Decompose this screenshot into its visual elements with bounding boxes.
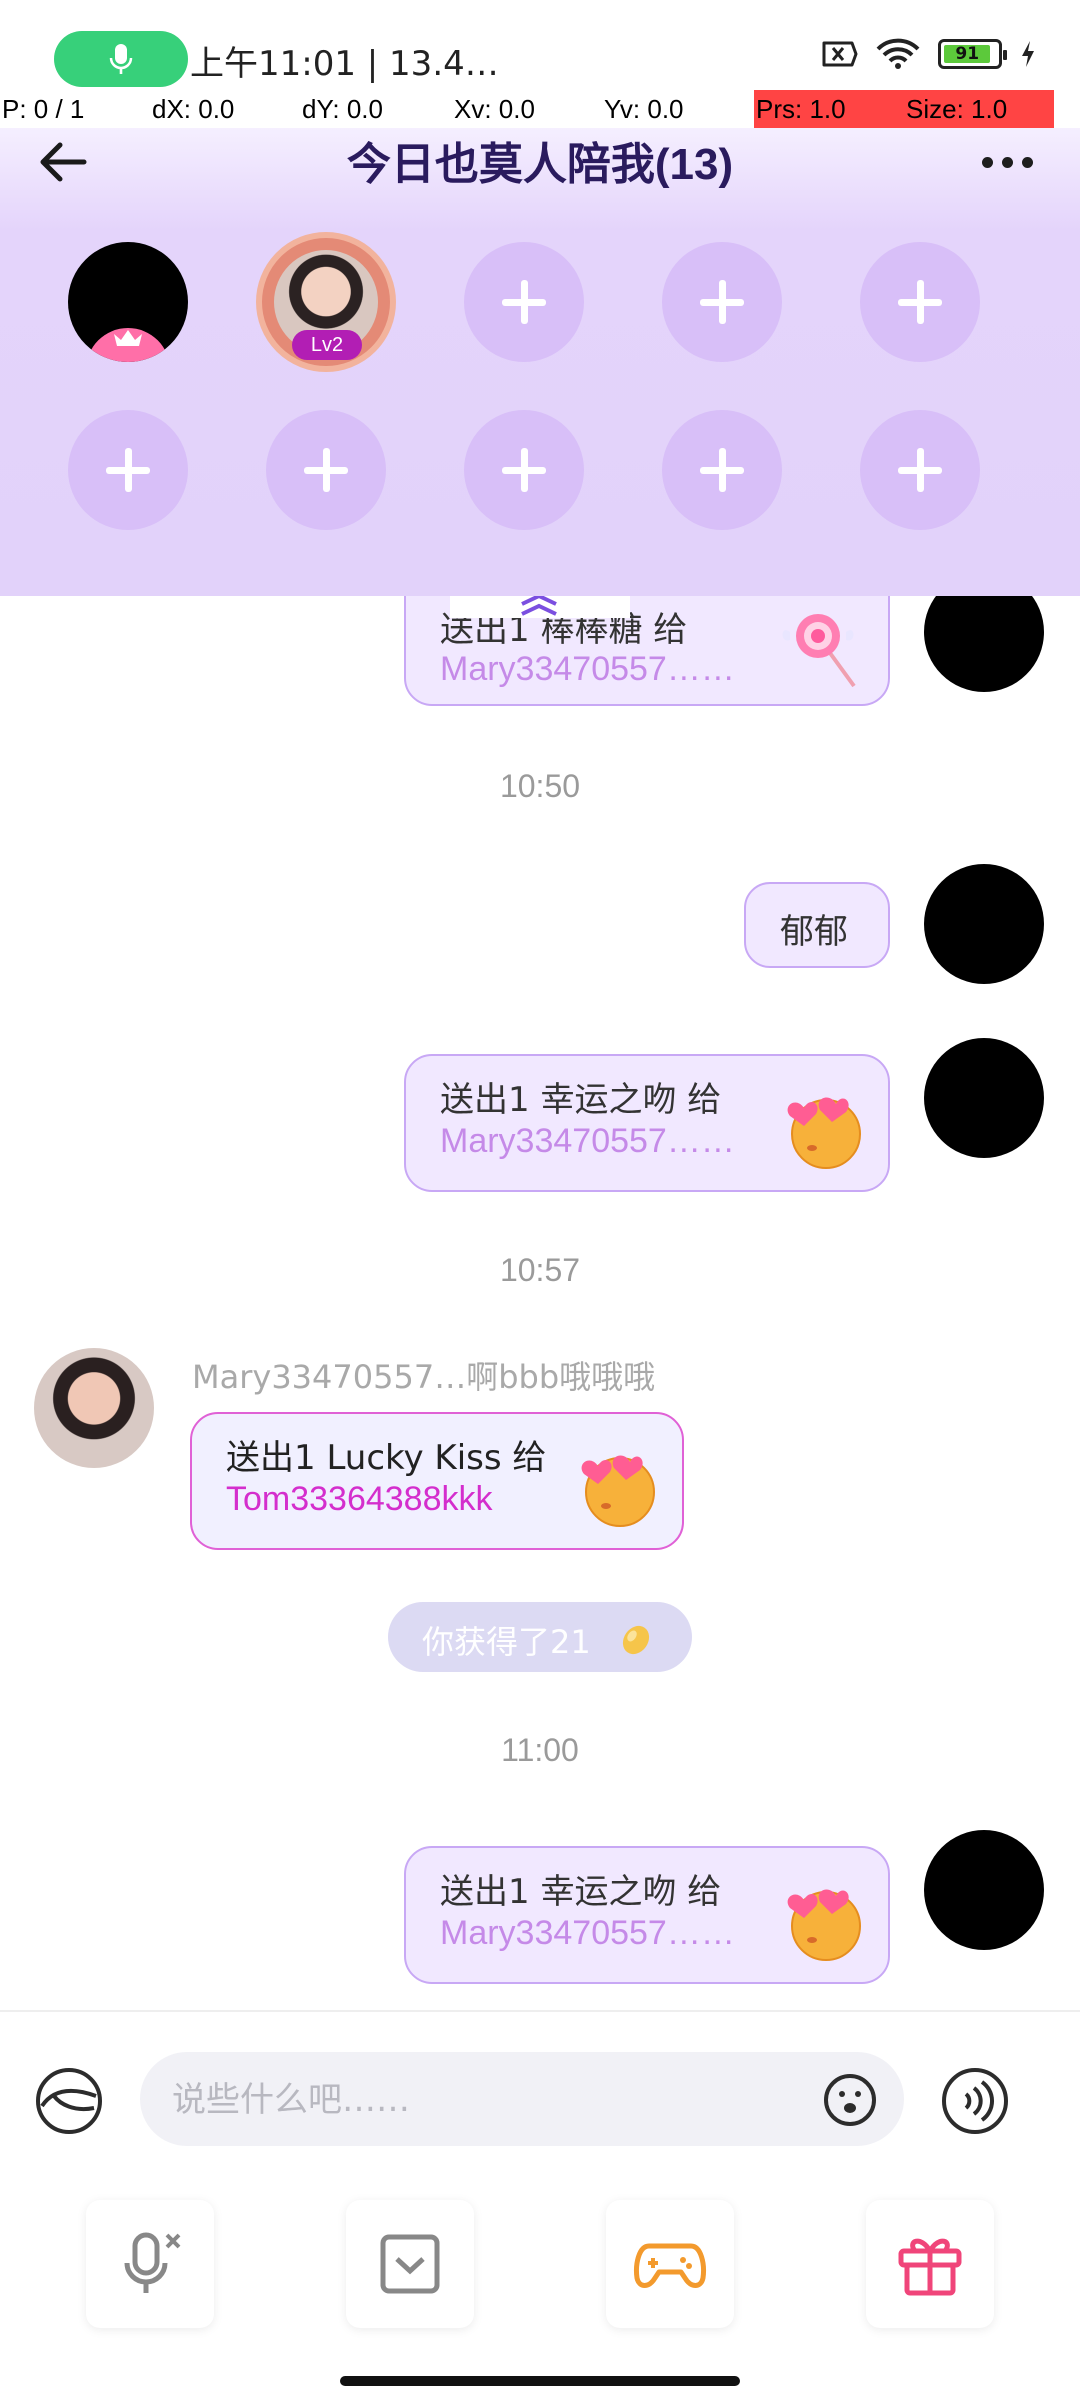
text-message-bubble: 郁郁 [744,882,890,968]
emoji-icon[interactable] [822,2072,878,2128]
empty-seat[interactable] [860,242,980,362]
charging-icon [1022,41,1034,67]
self-avatar[interactable] [924,1038,1044,1158]
plus-icon [898,280,942,324]
status-bar: 上午11:01 | 13.4… 91 [0,0,1080,90]
gift-message-text: 送出1 Lucky Kiss 给 [226,1438,547,1478]
message-list[interactable]: 送出1 棒棒糖 给 Mary33470557…… 10:50 郁郁 送出1 幸运… [0,596,1080,2010]
room-tools [0,2190,1080,2400]
reward-notice: 你获得了21 [388,1602,692,1672]
debug-size: Size: 1.0 [906,94,1008,124]
pointer-debug-overlay: P: 0 / 1 dX: 0.0 dY: 0.0 Xv: 0.0 Yv: 0.0… [0,90,1080,128]
bubble-style-icon[interactable] [34,2066,104,2136]
timestamp: 10:57 [499,1252,581,1288]
microphone-icon [109,44,133,74]
empty-seat[interactable] [68,410,188,530]
incoming-gift-bubble: 送出1 Lucky Kiss 给 Tom33364388kkk [190,1412,684,1550]
self-avatar[interactable] [924,864,1044,984]
gift-recipient: Mary33470557…… [440,1122,735,1160]
empty-seat[interactable] [464,410,584,530]
empty-seat[interactable] [266,410,386,530]
lucky-kiss-gift-icon [787,1889,861,1961]
debug-dx: dX: 0.0 [152,94,235,124]
debug-dy: dY: 0.0 [302,94,383,124]
status-icons: 91 [818,38,1036,70]
gift-button[interactable] [866,2200,994,2328]
gamepad-icon [634,2243,706,2288]
gift-icon [898,2238,962,2296]
mic-muted-button[interactable] [86,2200,214,2328]
gift-recipient: Mary33470557…… [440,650,735,688]
sender-avatar[interactable] [34,1348,154,1468]
chat-input-bar [0,2010,1080,2192]
sender-name: Mary33470557…啊bbb哦哦哦 [192,1358,656,1396]
message-input-field[interactable] [140,2052,904,2148]
message-text: 郁郁 [780,912,848,952]
gift-recipient: Tom33364388kkk [226,1480,493,1518]
gift-recipient: Mary33470557…… [440,1914,735,1952]
photo-frame-icon [380,2234,440,2294]
level-badge: Lv2 [292,330,362,360]
battery-level: 91 [944,44,991,64]
chevron-up-double-icon [521,596,557,616]
message-input[interactable] [170,2052,774,2148]
timestamp: 10:50 [499,768,581,804]
debug-yv: Yv: 0.0 [604,94,684,124]
empty-seat[interactable] [464,242,584,362]
lucky-kiss-gift-icon [581,1455,655,1527]
self-avatar[interactable] [924,596,1044,692]
seat-user-avatar[interactable]: Lv2 [256,232,396,372]
plus-icon [700,280,744,324]
room-title: 今日也莫人陪我(13) [346,140,734,189]
plus-icon [304,448,348,492]
gift-message-text: 送出1 幸运之吻 给 [440,1080,722,1120]
more-options-icon[interactable] [982,142,1042,182]
screen-record-off-icon [822,41,858,67]
bean-coin-icon [622,1625,650,1655]
gift-message-bubble: 送出1 幸运之吻 给 Mary33470557…… [404,1054,890,1192]
debug-pointer: P: 0 / 1 [2,94,85,124]
image-message-button[interactable] [346,2200,474,2328]
collapse-handle[interactable] [450,596,630,618]
plus-icon [502,448,546,492]
crown-icon [114,330,142,346]
lollipop-gift-icon [782,614,856,688]
gift-message-text: 送出1 幸运之吻 给 [440,1872,722,1912]
empty-seat[interactable] [860,410,980,530]
empty-seat[interactable] [662,242,782,362]
home-indicator[interactable] [340,2376,740,2386]
battery-icon: 91 [938,39,1007,69]
debug-pressure: Prs: 1.0 [756,94,846,124]
wifi-icon [876,38,920,69]
debug-xv: Xv: 0.0 [454,94,535,124]
game-button[interactable] [606,2200,734,2328]
mic-recording-indicator[interactable] [54,31,188,87]
status-time: 上午11:01 | 13.4… [190,44,499,84]
lucky-kiss-gift-icon [787,1097,861,1169]
plus-icon [898,448,942,492]
gift-message-bubble: 送出1 幸运之吻 给 Mary33470557…… [404,1846,890,1984]
mic-off-icon [124,2232,181,2293]
timestamp: 11:00 [501,1732,579,1768]
voice-input-icon[interactable] [940,2066,1010,2136]
self-avatar[interactable] [924,1830,1044,1950]
plus-icon [700,448,744,492]
plus-icon [106,448,150,492]
empty-seat[interactable] [662,410,782,530]
plus-icon [502,280,546,324]
host-seat-avatar[interactable] [68,242,188,362]
reward-text: 你获得了21 [422,1623,591,1661]
